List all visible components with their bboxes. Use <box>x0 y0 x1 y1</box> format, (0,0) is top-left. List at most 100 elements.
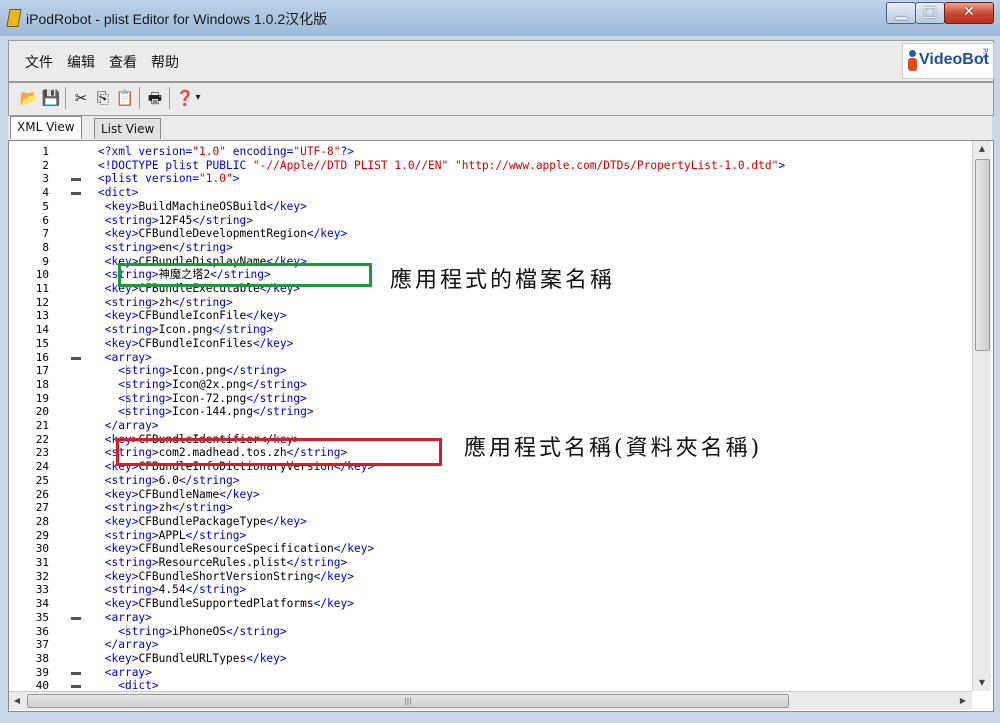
videobot-logo: VideoBot Pro <box>902 43 994 79</box>
line-number: 6 <box>42 213 49 227</box>
line-number: 24 <box>35 460 49 474</box>
fold-toggle-icon[interactable] <box>71 178 81 182</box>
code-line[interactable]: <key>CFBundleShortVersionString</key> <box>98 570 354 584</box>
code-line[interactable]: <string>zh</string> <box>98 296 233 310</box>
scroll-right-icon[interactable]: ▶ <box>955 692 971 710</box>
line-number: 22 <box>35 432 49 446</box>
green-annotation-label: 應用程式的檔案名稱 <box>390 262 616 294</box>
menu-help[interactable]: 帮助 <box>151 52 179 72</box>
code-line[interactable]: <string>Icon.png</string> <box>98 364 286 378</box>
code-line[interactable]: <string>4.54</string> <box>98 583 246 597</box>
code-line[interactable]: <?xml version="1.0" encoding="UTF-8"?> <box>98 145 354 159</box>
line-number: 10 <box>35 268 49 282</box>
app-window: iPodRobot - plist Editor for Windows 1.0… <box>0 0 1000 723</box>
line-number: 11 <box>35 282 49 295</box>
code-line[interactable]: <string>Icon-72.png</string> <box>98 392 307 406</box>
line-number: 7 <box>42 227 49 241</box>
fold-toggle-icon[interactable] <box>71 192 81 196</box>
code-line[interactable]: <key>CFBundleIconFiles</key> <box>98 337 294 351</box>
maximize-button[interactable]: □ <box>915 2 945 24</box>
code-line[interactable]: <key>CFBundleIconFile</key> <box>98 309 287 323</box>
code-line[interactable]: <key>CFBundleDevelopmentRegion</key> <box>98 227 348 241</box>
logo-figure-icon <box>907 50 917 72</box>
line-number: 29 <box>35 528 49 542</box>
logo-sub: Pro <box>981 48 989 60</box>
line-number-gutter: 1 2 3 4 5 6 7 8 9 10 11 12 13 14 15 16 17 18 19 20 21 22 23 24 2… <box>9 141 99 692</box>
line-number: 16 <box>35 350 49 364</box>
line-number: 21 <box>35 419 49 432</box>
scroll-left-icon[interactable]: ◀ <box>9 692 25 710</box>
tab-xml-view[interactable]: XML View <box>10 116 82 139</box>
code-line[interactable]: <string>zh</string> <box>98 501 233 515</box>
code-line[interactable]: <string>12F45</string> <box>98 214 253 228</box>
fold-toggle-icon[interactable] <box>71 671 81 675</box>
code-line[interactable]: <key>CFBundlePackageType</key> <box>98 515 307 529</box>
line-number: 15 <box>35 336 49 350</box>
cut-icon[interactable]: ✂ <box>71 88 91 108</box>
code-line[interactable]: </array> <box>98 419 159 433</box>
paste-icon[interactable]: 📋 <box>115 88 135 108</box>
menu-file[interactable]: 文件 <box>25 52 53 72</box>
horizontal-scroll-thumb[interactable]: ||| <box>27 694 789 708</box>
code-line[interactable]: <key>CFBundleResourceSpecification</key> <box>98 542 374 556</box>
line-number: 23 <box>35 446 49 460</box>
print-icon[interactable]: 🖶 <box>145 88 165 108</box>
code-line[interactable]: <key>BuildMachineOSBuild</key> <box>98 200 307 214</box>
menu-bar: 文件 编辑 查看 帮助 VideoBot Pro <box>8 40 994 82</box>
title-bar[interactable]: iPodRobot - plist Editor for Windows 1.0… <box>0 0 1000 36</box>
code-line[interactable]: <string>iPhoneOS</string> <box>98 625 286 639</box>
logo-text: VideoBot <box>919 51 989 68</box>
code-line[interactable]: <key>CFBundleSupportedPlatforms</key> <box>98 597 354 611</box>
code-line[interactable]: </array> <box>98 638 159 652</box>
line-number: 38 <box>35 651 49 665</box>
fold-toggle-icon[interactable] <box>71 685 81 689</box>
line-number: 39 <box>35 665 49 679</box>
menu-view[interactable]: 查看 <box>109 52 137 72</box>
line-number: 3 <box>42 172 49 186</box>
close-button[interactable]: ✕ <box>944 2 994 24</box>
fold-toggle-icon[interactable] <box>71 356 81 360</box>
app-icon <box>6 9 22 27</box>
copy-icon[interactable]: ⎘ <box>93 88 113 108</box>
vertical-scrollbar[interactable]: ▲ ▼ <box>972 141 991 691</box>
code-line[interactable]: <!DOCTYPE plist PUBLIC "-//Apple//DTD PL… <box>98 159 785 173</box>
minimize-button[interactable]: ▁ <box>886 2 916 24</box>
code-line[interactable]: <string>Icon-144.png</string> <box>98 405 313 419</box>
code-line[interactable]: <array> <box>98 611 152 625</box>
scroll-down-icon[interactable]: ▼ <box>973 675 991 691</box>
code-line[interactable]: <string>Icon.png</string> <box>98 323 273 337</box>
code-line[interactable]: <dict> <box>98 186 138 200</box>
code-line[interactable]: <key>CFBundleURLTypes</key> <box>98 652 287 666</box>
help-dropdown-icon[interactable]: ▾ <box>193 88 203 108</box>
open-folder-icon[interactable]: 📂 <box>19 88 39 108</box>
fold-toggle-icon[interactable] <box>71 616 81 620</box>
vertical-scroll-thumb[interactable] <box>975 159 990 351</box>
code-line[interactable]: <plist version="1.0"> <box>98 172 239 186</box>
line-number: 2 <box>42 158 49 172</box>
code-line[interactable]: <string>en</string> <box>98 241 233 255</box>
code-line[interactable]: <string>ResourceRules.plist</string> <box>98 556 348 570</box>
xml-editor[interactable]: 1 2 3 4 5 6 7 8 9 10 11 12 13 14 15 16 17 18 19 20 21 22 23 24 2… <box>8 140 994 712</box>
tab-list-view[interactable]: List View <box>94 118 162 139</box>
code-line[interactable]: <string>APPL</string> <box>98 529 246 543</box>
line-number: 34 <box>35 597 49 611</box>
code-line[interactable]: <string>Icon@2x.png</string> <box>98 378 307 392</box>
line-number: 1 <box>42 145 49 158</box>
line-number: 5 <box>42 199 49 213</box>
toolbar-separator <box>65 87 66 109</box>
line-number: 36 <box>35 624 49 638</box>
code-line[interactable]: <array> <box>98 666 152 680</box>
code-line[interactable]: <string>6.0</string> <box>98 474 240 488</box>
line-number: 31 <box>35 556 49 569</box>
save-icon[interactable]: 💾 <box>41 88 61 108</box>
code-line[interactable]: <array> <box>98 351 152 365</box>
red-annotation-label: 應用程式名稱(資料夾名稱) <box>464 430 763 462</box>
menu-edit[interactable]: 编辑 <box>67 52 95 72</box>
help-icon[interactable]: ❓ <box>175 88 195 108</box>
code-line[interactable]: <key>CFBundleName</key> <box>98 488 260 502</box>
line-number: 20 <box>35 405 49 419</box>
line-number: 9 <box>42 254 49 268</box>
horizontal-scrollbar[interactable]: ◀ ||| ▶ <box>9 691 972 710</box>
scroll-up-icon[interactable]: ▲ <box>973 141 991 157</box>
toolbar: 📂 💾 ✂ ⎘ 📋 🖶 ❓ ▾ <box>8 82 994 116</box>
